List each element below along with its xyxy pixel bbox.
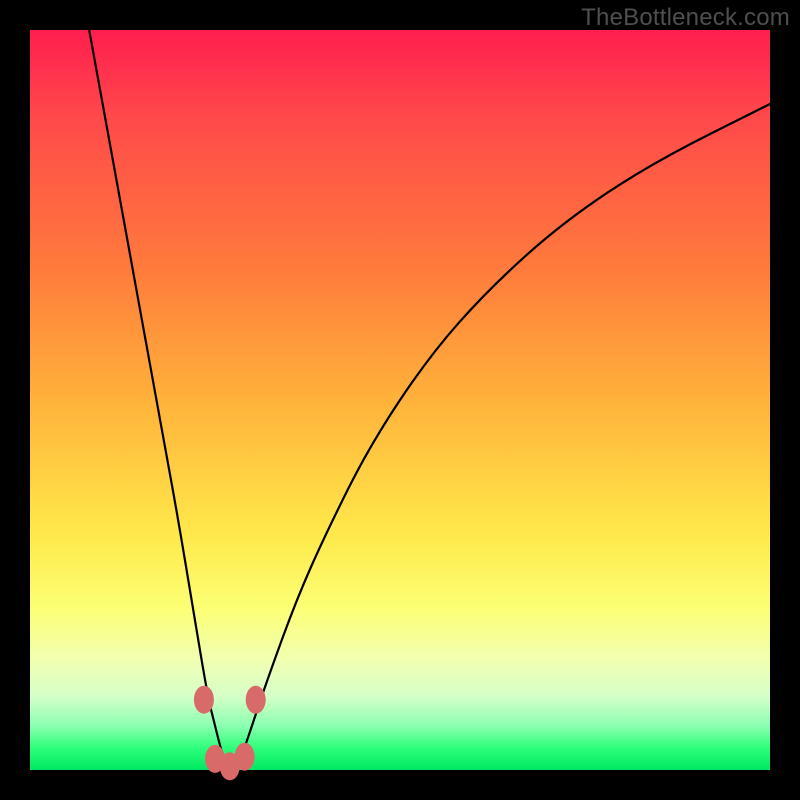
cusp-dot [246,686,266,714]
curve-svg [30,30,770,770]
chart-frame: TheBottleneck.com [0,0,800,800]
cusp-dot [235,743,255,771]
watermark-text: TheBottleneck.com [581,4,790,32]
cusp-dot [194,686,214,714]
plot-area [30,30,770,770]
bottleneck-curve [89,30,770,768]
cusp-markers [194,686,266,781]
